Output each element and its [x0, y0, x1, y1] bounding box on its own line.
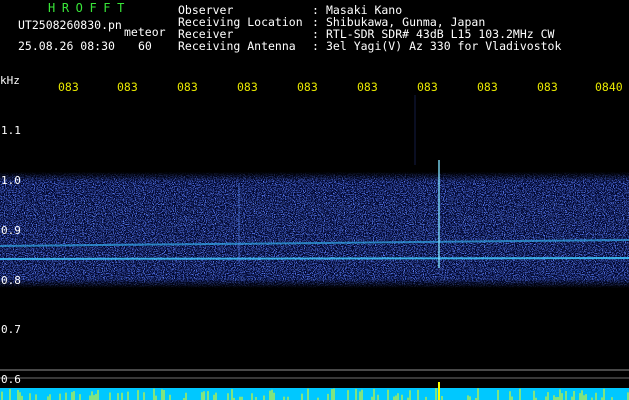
freq-label: 0.7: [1, 323, 21, 336]
antenna-value: 3el Yagi(V) Az 330 for Vladivostok: [326, 39, 562, 53]
spectrogram: [0, 95, 629, 400]
activity-bar: [0, 382, 629, 400]
file-name: UT2508260830.pn: [18, 18, 122, 32]
time-label: 083: [297, 80, 318, 94]
freq-label: 1.1: [1, 124, 21, 137]
freq-label: 0.8: [1, 274, 21, 287]
mode-label: meteor: [124, 25, 166, 39]
date-time: 25.08.26 08:30: [18, 39, 115, 53]
freq-label: 1.0: [1, 174, 21, 187]
noise-band: [0, 172, 629, 288]
meta-keys: Observer Receiving Location Receiver Rec…: [178, 4, 303, 52]
freq-label: 0.9: [1, 224, 21, 237]
freq-label: 0.6: [1, 373, 21, 386]
time-label: 083: [477, 80, 498, 94]
time-label: 083: [117, 80, 138, 94]
time-label: 083: [237, 80, 258, 94]
meta-values: Masaki Kano Shibukawa, Gunma, Japan RTL-…: [326, 4, 561, 52]
time-label: 0840: [595, 80, 623, 94]
meta-colons: : : : :: [312, 3, 319, 53]
time-label: 083: [417, 80, 438, 94]
time-label: 083: [177, 80, 198, 94]
time-label: 083: [58, 80, 79, 94]
time-label: 083: [357, 80, 378, 94]
time-label: 083: [537, 80, 558, 94]
app-title: HROFFT: [48, 1, 131, 15]
count-value: 60: [138, 39, 152, 53]
time-axis: 083 083 083 083 083 083 083 083 083 0840: [0, 80, 629, 94]
antenna-key: Receiving Antenna: [178, 39, 296, 53]
